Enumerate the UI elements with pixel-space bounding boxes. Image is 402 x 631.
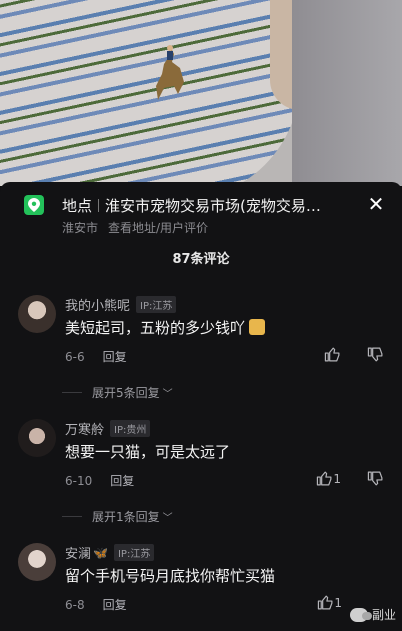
map-pin-icon xyxy=(24,195,44,215)
ip-badge: IP:江苏 xyxy=(113,544,155,561)
divider xyxy=(62,516,82,517)
thumbs-up-icon xyxy=(324,347,340,362)
comment-header: 安澜 🦋 IP:江苏 xyxy=(65,543,155,562)
reply-button[interactable]: 回复 xyxy=(103,598,127,612)
comment-actions: 1 xyxy=(317,594,342,611)
expand-replies-button[interactable]: 展开1条回复 ﹀ xyxy=(62,508,173,525)
chevron-down-icon: ﹀ xyxy=(162,513,173,524)
username[interactable]: 安澜 xyxy=(65,543,91,562)
cheese-emoji-icon xyxy=(249,319,266,335)
avatar[interactable] xyxy=(18,419,56,457)
expand-replies-label: 展开5条回复 xyxy=(92,386,160,400)
watermark: 副业 xyxy=(349,606,396,623)
location-action-link[interactable]: 查看地址/用户评价 xyxy=(108,221,208,235)
location-city: 淮安市 xyxy=(62,221,99,235)
comment-header: 我的小熊呢 IP:江苏 xyxy=(65,295,177,314)
location-name: 淮安市宠物交易市场(宠物交易… xyxy=(105,196,321,215)
comment-date: 6-6 xyxy=(65,350,85,364)
avatar[interactable] xyxy=(18,543,56,581)
comment-meta: 6-8 回复 xyxy=(65,596,127,613)
video-frame-photo[interactable] xyxy=(0,0,402,186)
thumbs-up-icon xyxy=(317,471,332,486)
comment-date: 6-10 xyxy=(65,474,93,488)
thumbs-down-icon xyxy=(367,471,383,486)
location-subtitle[interactable]: 淮安市 查看地址/用户评价 xyxy=(62,219,208,236)
chevron-down-icon: ﹀ xyxy=(162,389,173,400)
username[interactable]: 我的小熊呢 xyxy=(65,295,130,314)
comments-count: 87条评论 xyxy=(172,252,230,267)
like-count: 1 xyxy=(333,471,341,486)
like-button[interactable]: 1 xyxy=(316,470,341,487)
reply-button[interactable]: 回复 xyxy=(110,474,134,488)
expand-replies-button[interactable]: 展开5条回复 ﹀ xyxy=(62,384,173,401)
polo-horse-logo-icon xyxy=(156,45,184,100)
comment-text[interactable]: 留个手机号码月底找你帮忙买猫 xyxy=(65,565,275,586)
dislike-button[interactable] xyxy=(367,470,384,487)
comment-date: 6-8 xyxy=(65,598,85,612)
like-button[interactable] xyxy=(324,346,341,363)
photo-background xyxy=(292,0,402,186)
butterfly-emoji-icon: 🦋 xyxy=(93,545,108,560)
comment-meta: 6-6 回复 xyxy=(65,348,127,365)
wechat-icon xyxy=(349,607,372,622)
comments-sheet: 地点 淮安市宠物交易市场(宠物交易… ✕ 淮安市 查看地址/用户评价 87条评论 我… xyxy=(0,182,402,631)
reply-button[interactable]: 回复 xyxy=(103,350,127,364)
divider xyxy=(62,392,82,393)
ip-badge: IP:贵州 xyxy=(110,420,151,437)
like-count: 1 xyxy=(334,595,342,610)
location-bar[interactable]: 地点 淮安市宠物交易市场(宠物交易… xyxy=(24,194,388,216)
location-label: 地点 xyxy=(62,196,93,215)
like-button[interactable]: 1 xyxy=(317,594,342,611)
dislike-button[interactable] xyxy=(367,346,384,363)
comment-text[interactable]: 美短起司，五粉的多少钱吖 xyxy=(65,317,266,338)
thumbs-up-icon xyxy=(318,595,333,610)
watermark-text: 副业 xyxy=(371,608,396,622)
comment-header: 万寒舲 IP:贵州 xyxy=(65,419,151,438)
ip-badge: IP:江苏 xyxy=(136,296,177,313)
close-icon[interactable]: ✕ xyxy=(366,194,386,214)
comment-text[interactable]: 想要一只猫，可是太远了 xyxy=(65,441,230,462)
comment-actions xyxy=(324,346,384,363)
comment-actions: 1 xyxy=(316,470,384,487)
username[interactable]: 万寒舲 xyxy=(65,419,104,438)
comment-text-content: 美短起司，五粉的多少钱吖 xyxy=(65,319,246,337)
expand-replies-label: 展开1条回复 xyxy=(92,510,160,524)
avatar[interactable] xyxy=(18,295,56,333)
thumbs-down-icon xyxy=(367,347,383,362)
location-title[interactable]: 地点 淮安市宠物交易市场(宠物交易… xyxy=(62,195,321,216)
divider xyxy=(98,198,100,212)
comment-meta: 6-10 回复 xyxy=(65,472,134,489)
